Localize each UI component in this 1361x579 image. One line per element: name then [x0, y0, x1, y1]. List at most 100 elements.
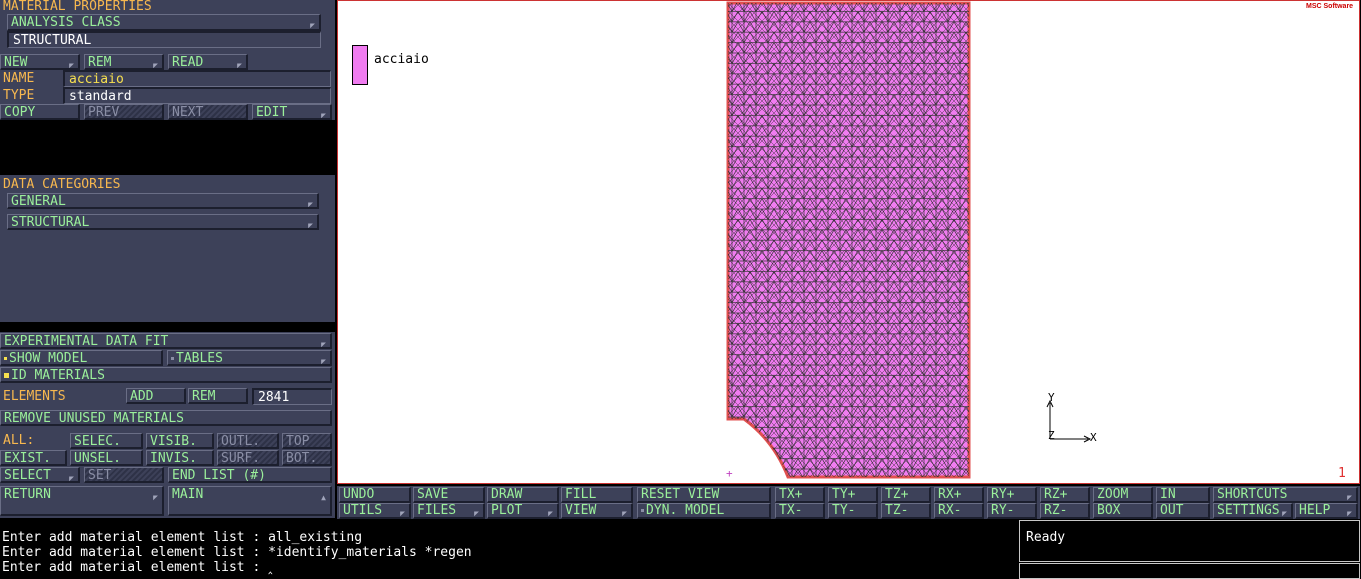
rx-minus-button[interactable]: RX-	[934, 503, 984, 519]
read-button[interactable]: READ ◤	[168, 54, 248, 70]
visib-label: VISIB.	[150, 434, 197, 449]
select-button[interactable]: SELECT ◤	[0, 467, 80, 483]
command-input[interactable]: Enter add material element list : ‸	[2, 560, 273, 575]
status-text: Ready	[1026, 530, 1066, 545]
elements-add-button[interactable]: ADD	[126, 388, 186, 404]
ty-plus-button[interactable]: TY+	[828, 487, 878, 503]
axis-z-label: Z	[1048, 429, 1055, 442]
triangle-icon: ◤	[1347, 493, 1352, 502]
view-toolbar: UNDO SAVE DRAW FILL RESET VIEW TX+ TY+ T…	[337, 486, 1360, 519]
settings-button[interactable]: SETTINGS ◤	[1213, 503, 1293, 519]
files-button[interactable]: FILES ◤	[413, 503, 485, 519]
draw-button[interactable]: DRAW	[487, 487, 559, 503]
reset-view-button[interactable]: RESET VIEW	[637, 487, 771, 503]
id-materials-toggle[interactable]: ID MATERIALS	[0, 367, 332, 383]
ry-plus-button[interactable]: RY+	[987, 487, 1037, 503]
triangle-icon: ◤	[321, 357, 326, 366]
save-button[interactable]: SAVE	[413, 487, 485, 503]
type-field[interactable]: standard	[63, 87, 331, 104]
data-categories-title: DATA CATEGORIES	[3, 177, 121, 192]
utils-label: UTILS	[343, 503, 383, 518]
experimental-data-fit-button[interactable]: EXPERIMENTAL DATA FIT ◤	[0, 333, 332, 349]
tx-plus-button[interactable]: TX+	[775, 487, 825, 503]
rz-plus-button[interactable]: RZ+	[1040, 487, 1090, 503]
rem-button[interactable]: REM ◤	[84, 54, 164, 70]
axis-y-label: Y	[1048, 391, 1055, 404]
triangle-icon: ◤	[310, 21, 315, 30]
selec-label: SELEC.	[74, 434, 121, 449]
tz-minus-button[interactable]: TZ-	[881, 503, 931, 519]
triangle-icon: ◤	[153, 61, 158, 70]
ry-minus-button[interactable]: RY-	[987, 503, 1037, 519]
dyn-model-button[interactable]: DYN. MODEL	[637, 503, 771, 519]
command-history-line: Enter add material element list : all_ex…	[2, 530, 363, 545]
edit-button[interactable]: EDIT ◤	[252, 104, 332, 120]
return-button[interactable]: RETURN ◤	[0, 486, 164, 516]
plot-button[interactable]: PLOT ◤	[487, 503, 559, 519]
new-button[interactable]: NEW ◤	[0, 54, 80, 70]
status-panel: Ready	[1019, 520, 1360, 562]
main-button[interactable]: MAIN ▲	[168, 486, 332, 516]
general-label: GENERAL	[11, 194, 66, 209]
command-area[interactable]: Enter add material element list : all_ex…	[0, 520, 1017, 579]
show-model-toggle[interactable]: SHOW MODEL	[0, 350, 163, 366]
empty-panel-area	[0, 120, 335, 175]
main-label: MAIN	[172, 487, 204, 502]
all-visib-button[interactable]: VISIB.	[146, 433, 214, 449]
prev-button[interactable]: PREV	[84, 104, 164, 120]
remove-unused-materials-button[interactable]: REMOVE UNUSED MATERIALS	[0, 410, 332, 426]
ty-minus-button[interactable]: TY-	[828, 503, 878, 519]
viewport-number: 1	[1338, 466, 1346, 481]
end-list-button[interactable]: END LIST (#)	[168, 467, 332, 483]
all-selec-button[interactable]: SELEC.	[70, 433, 143, 449]
all-top-button[interactable]: TOP	[282, 433, 332, 449]
utils-button[interactable]: UTILS ◤	[339, 503, 411, 519]
undo-button[interactable]: UNDO	[339, 487, 411, 503]
analysis-class-value: STRUCTURAL	[7, 31, 321, 48]
axis-x-label: X	[1090, 431, 1097, 444]
triangle-icon: ◤	[1347, 509, 1352, 518]
structural-label: STRUCTURAL	[11, 215, 90, 230]
structural-button[interactable]: STRUCTURAL ◤	[7, 214, 319, 230]
new-label: NEW	[4, 55, 28, 70]
zoom-button[interactable]: ZOOM	[1093, 487, 1153, 503]
graphics-viewport[interactable]: acciaio MSC Software 1 + Y Z X	[337, 0, 1360, 484]
name-field[interactable]: acciaio	[63, 70, 331, 87]
triangle-icon: ◤	[69, 474, 74, 483]
view-button[interactable]: VIEW ◤	[561, 503, 633, 519]
shortcuts-button[interactable]: SHORTCUTS ◤	[1213, 487, 1358, 503]
toggle-indicator-icon	[171, 357, 174, 360]
mesh-svg	[726, 1, 971, 479]
fill-button[interactable]: FILL	[561, 487, 633, 503]
name-label: NAME	[3, 71, 35, 86]
set-button[interactable]: SET	[84, 467, 164, 483]
all-outl-button[interactable]: OUTL.	[217, 433, 279, 449]
triangle-icon: ◤	[308, 200, 313, 209]
tables-button[interactable]: TABLES ◤	[167, 350, 332, 366]
rx-plus-button[interactable]: RX+	[934, 487, 984, 503]
mesh-diagonals	[728, 3, 969, 477]
help-button[interactable]: HELP ◤	[1295, 503, 1358, 519]
zoom-out-button[interactable]: OUT	[1156, 503, 1210, 519]
legend-swatch	[352, 45, 368, 85]
elements-rem-button[interactable]: REM	[188, 388, 248, 404]
invis-button[interactable]: INVIS.	[146, 450, 214, 466]
general-button[interactable]: GENERAL ◤	[7, 193, 319, 209]
zoom-box-button[interactable]: BOX	[1093, 503, 1153, 519]
remove-unused-label: REMOVE UNUSED MATERIALS	[4, 411, 185, 426]
exist-button[interactable]: EXIST.	[0, 450, 67, 466]
zoom-in-button[interactable]: IN	[1156, 487, 1210, 503]
rz-minus-button[interactable]: RZ-	[1040, 503, 1090, 519]
surf-button[interactable]: SURF.	[217, 450, 279, 466]
copy-button[interactable]: COPY	[0, 104, 80, 120]
dyn-model-label: DYN. MODEL	[646, 503, 725, 518]
next-button[interactable]: NEXT	[168, 104, 248, 120]
unsel-button[interactable]: UNSEL.	[70, 450, 143, 466]
analysis-class-button[interactable]: ANALYSIS CLASS ◤	[7, 14, 321, 31]
tz-plus-button[interactable]: TZ+	[881, 487, 931, 503]
surf-label: SURF.	[221, 451, 261, 466]
tx-minus-button[interactable]: TX-	[775, 503, 825, 519]
triangle-icon: ◤	[308, 221, 313, 230]
msc-logo: MSC Software	[1306, 3, 1353, 10]
bot-button[interactable]: BOT.	[282, 450, 332, 466]
